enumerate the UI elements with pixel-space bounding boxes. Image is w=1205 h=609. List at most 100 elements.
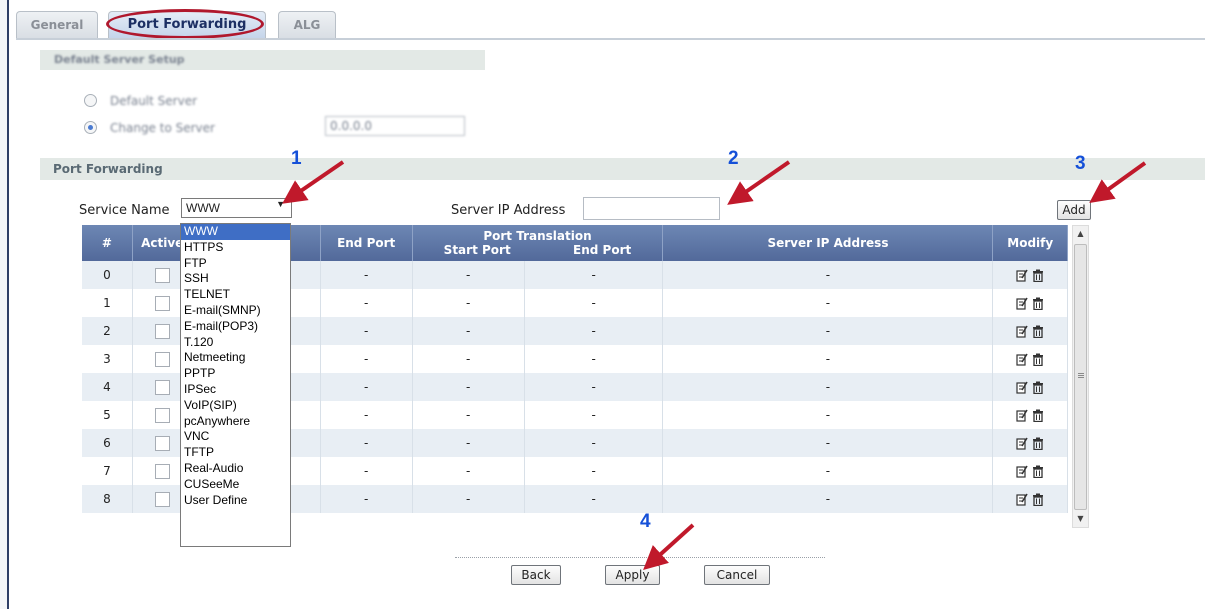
chevron-down-icon: ▼ [276, 199, 285, 209]
trash-icon[interactable] [1032, 297, 1044, 310]
service-option[interactable]: pcAnywhere [181, 414, 290, 430]
service-option[interactable]: HTTPS [181, 240, 290, 256]
edit-icon[interactable] [1016, 465, 1028, 478]
row-translation-start: - [412, 317, 525, 345]
row-end-port: - [320, 261, 413, 289]
translation-end-header: End Port [573, 243, 632, 257]
row-modify-cell [992, 429, 1068, 457]
edit-icon[interactable] [1016, 409, 1028, 422]
active-checkbox[interactable] [154, 379, 170, 395]
cancel-button[interactable]: Cancel [704, 565, 770, 585]
service-name-dropdown-list[interactable]: WWW HTTPS FTP SSH TELNET E-mail(SMNP) E-mail(P… [180, 223, 291, 547]
row-translation-end: - [524, 345, 664, 373]
annotation-number-2: 2 [728, 148, 739, 169]
edit-icon[interactable] [1016, 269, 1028, 282]
service-option[interactable]: IPSec [181, 382, 290, 398]
trash-icon[interactable] [1032, 409, 1044, 422]
service-option[interactable]: FTP [181, 256, 290, 272]
service-option[interactable]: VoIP(SIP) [181, 398, 290, 414]
active-checkbox[interactable] [154, 435, 170, 451]
edit-icon[interactable] [1016, 353, 1028, 366]
trash-icon[interactable] [1032, 493, 1044, 506]
trash-icon[interactable] [1032, 437, 1044, 450]
tab-general[interactable]: General [16, 11, 98, 38]
service-option[interactable]: WWW [181, 224, 290, 240]
service-option[interactable]: VNC [181, 429, 290, 445]
scroll-down-icon[interactable]: ▼ [1073, 511, 1088, 527]
scrollbar-thumb[interactable] [1074, 244, 1087, 510]
row-index: 1 [82, 289, 133, 317]
default-server-radio[interactable] [84, 94, 97, 107]
tab-alg[interactable]: ALG [278, 11, 336, 38]
service-option[interactable]: Netmeeting [181, 350, 290, 366]
service-option[interactable]: CUSeeMe [181, 477, 290, 493]
scroll-up-icon[interactable]: ▲ [1073, 226, 1088, 242]
active-checkbox[interactable] [154, 491, 170, 507]
row-modify-cell [992, 485, 1068, 513]
row-translation-end: - [524, 485, 664, 513]
tab-port-forwarding[interactable]: Port Forwarding [108, 11, 266, 38]
active-checkbox[interactable] [154, 463, 170, 479]
edit-icon[interactable] [1016, 297, 1028, 310]
trash-icon[interactable] [1032, 353, 1044, 366]
active-checkbox[interactable] [154, 323, 170, 339]
trash-icon[interactable] [1032, 269, 1044, 282]
row-index: 0 [82, 261, 133, 289]
row-end-port: - [320, 373, 413, 401]
default-server-ip-input[interactable]: 0.0.0.0 [325, 116, 465, 136]
apply-button[interactable]: Apply [605, 565, 660, 585]
port-forwarding-title: Port Forwarding [53, 162, 163, 176]
edit-icon[interactable] [1016, 493, 1028, 506]
service-option[interactable]: SSH [181, 271, 290, 287]
row-modify-cell [992, 261, 1068, 289]
row-server-ip: - [662, 317, 994, 345]
row-index: 7 [82, 457, 133, 485]
row-index: 4 [82, 373, 133, 401]
service-option[interactable]: TELNET [181, 287, 290, 303]
row-translation-start: - [412, 345, 525, 373]
service-option[interactable]: User Define [181, 493, 290, 509]
row-end-port: - [320, 289, 413, 317]
back-button[interactable]: Back [511, 565, 561, 585]
row-translation-end: - [524, 401, 664, 429]
row-index: 5 [82, 401, 133, 429]
row-index: 8 [82, 485, 133, 513]
service-option[interactable]: TFTP [181, 445, 290, 461]
default-server-setup-title: Default Server Setup [54, 53, 185, 66]
edit-icon[interactable] [1016, 437, 1028, 450]
service-option[interactable]: PPTP [181, 366, 290, 382]
port-forwarding-header-bar [40, 158, 1205, 180]
trash-icon[interactable] [1032, 325, 1044, 338]
row-translation-start: - [412, 429, 525, 457]
change-to-server-radio[interactable] [84, 121, 97, 134]
active-checkbox[interactable] [154, 295, 170, 311]
service-option[interactable]: E-mail(POP3) [181, 319, 290, 335]
add-button[interactable]: Add [1057, 200, 1091, 220]
service-name-select[interactable]: WWW ▼ [181, 198, 292, 218]
service-option[interactable]: T.120 [181, 335, 290, 351]
row-translation-end: - [524, 317, 664, 345]
active-checkbox[interactable] [154, 267, 170, 283]
trash-icon[interactable] [1032, 465, 1044, 478]
row-index: 6 [82, 429, 133, 457]
table-scrollbar[interactable]: ▲ ▼ [1072, 225, 1089, 528]
row-translation-start: - [412, 289, 525, 317]
service-option[interactable]: Real-Audio [181, 461, 290, 477]
trash-icon[interactable] [1032, 381, 1044, 394]
row-end-port: - [320, 401, 413, 429]
server-ip-input[interactable] [583, 197, 720, 220]
server-ip-label: Server IP Address [451, 203, 566, 218]
col-modify-header: Modify [992, 225, 1068, 261]
row-server-ip: - [662, 373, 994, 401]
service-option[interactable]: E-mail(SMNP) [181, 303, 290, 319]
row-modify-cell [992, 373, 1068, 401]
edit-icon[interactable] [1016, 381, 1028, 394]
annotation-number-4: 4 [640, 511, 651, 532]
edit-icon[interactable] [1016, 325, 1028, 338]
row-translation-end: - [524, 457, 664, 485]
active-checkbox[interactable] [154, 351, 170, 367]
active-checkbox[interactable] [154, 407, 170, 423]
default-server-label: Default Server [110, 94, 198, 108]
row-translation-end: - [524, 289, 664, 317]
row-server-ip: - [662, 289, 994, 317]
